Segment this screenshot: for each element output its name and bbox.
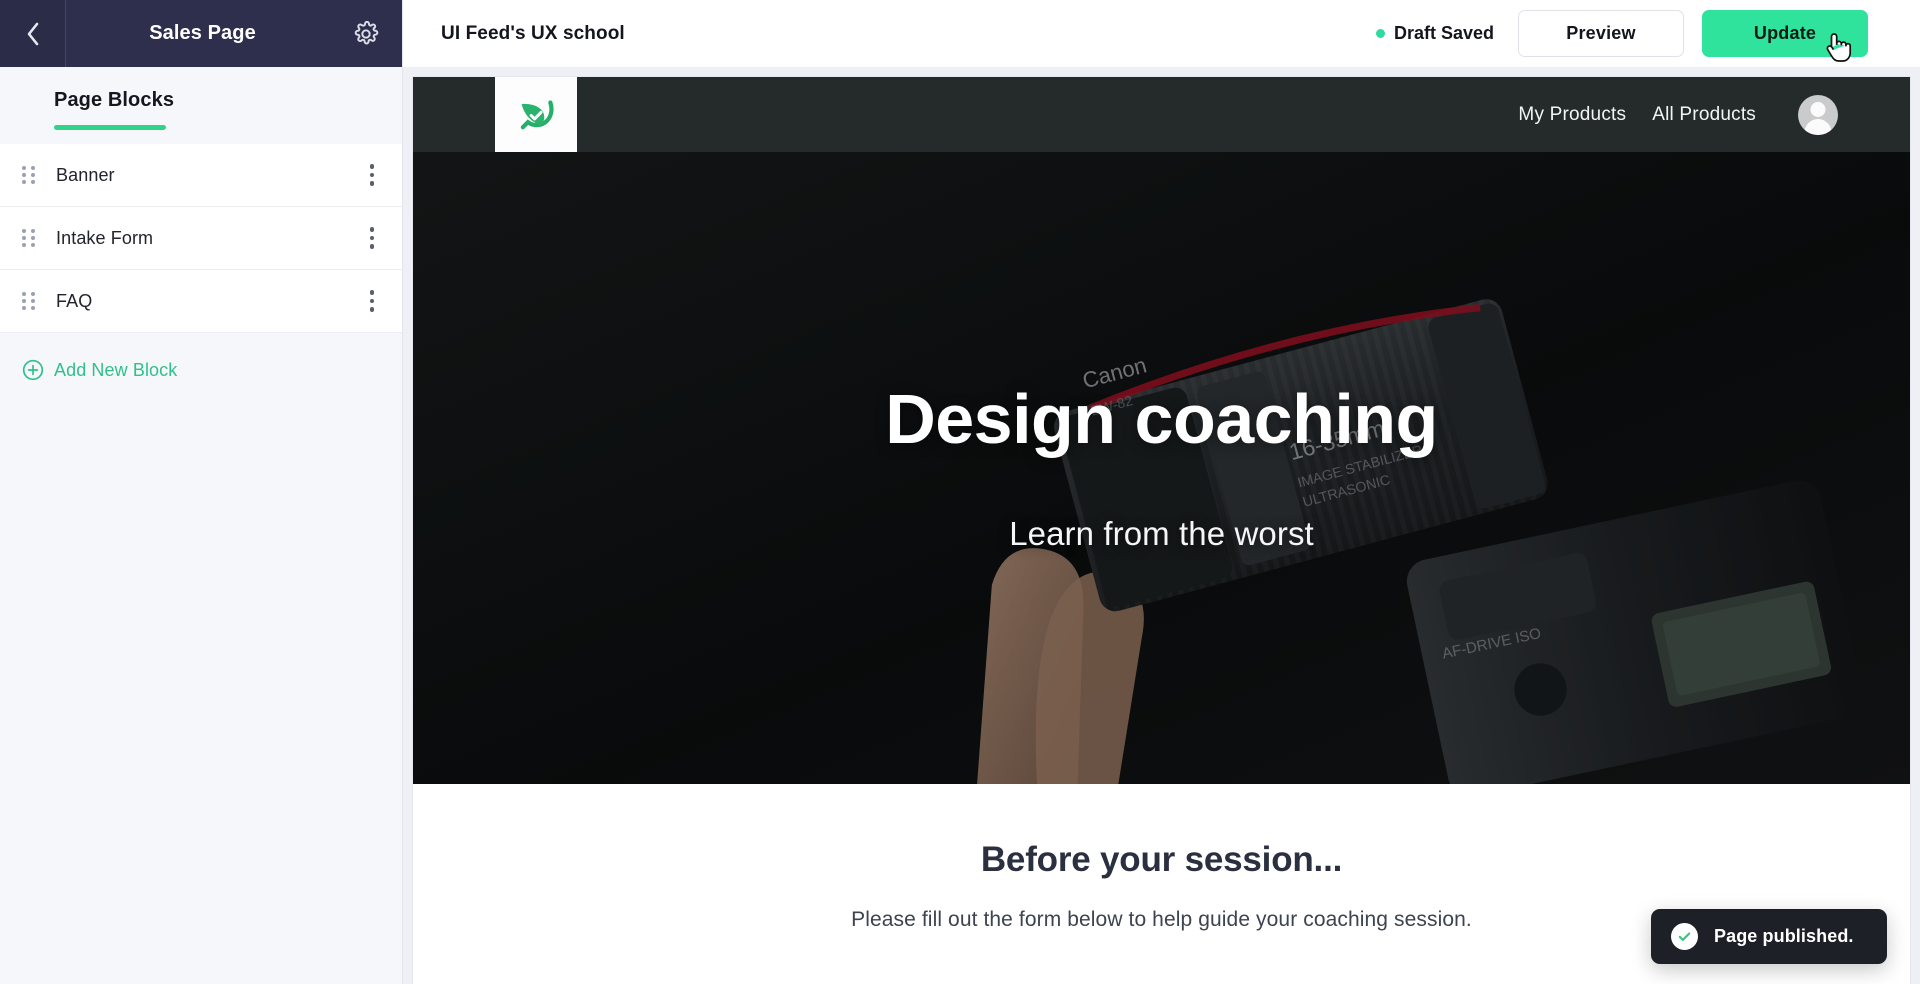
tab-page-blocks-label: Page Blocks [54,89,175,111]
sidebar-header: Sales Page [0,0,402,67]
preview-canvas: My Products All Products Canon EW-82 16-… [403,67,1920,984]
more-vertical-icon[interactable] [342,290,402,312]
left-sidebar: Sales Page Page Blocks Banner Intake For… [0,0,403,984]
nav-link-my-products[interactable]: My Products [1518,104,1626,126]
list-item-label: Banner [56,164,115,185]
top-toolbar: UI Feed's UX school Draft Saved Preview … [403,0,1920,67]
add-new-block-label: Add New Block [54,359,178,380]
drag-handle-icon[interactable] [0,166,56,184]
more-vertical-icon[interactable] [342,164,402,186]
status-badge: Draft Saved [1375,23,1494,44]
gear-icon [354,20,379,44]
status-dot-icon [1375,29,1385,38]
hero-banner: Canon EW-82 16-35mm IMAGE STABILIZER ULT… [413,152,1910,784]
site-preview: My Products All Products Canon EW-82 16-… [413,77,1910,984]
section-title: Before your session... [980,840,1343,879]
sidebar-title: Sales Page [149,22,256,44]
tab-page-blocks[interactable]: Page Blocks [54,67,174,130]
app-root: Sales Page Page Blocks Banner Intake For… [0,0,1920,984]
more-vertical-icon[interactable] [342,227,402,249]
drag-handle-icon[interactable] [0,292,56,310]
plus-circle-icon [16,359,50,381]
list-item[interactable]: Intake Form [0,207,402,270]
site-nav-links: My Products All Products [1518,94,1910,135]
list-item[interactable]: FAQ [0,270,402,333]
list-item[interactable]: Banner [0,144,402,207]
toolbar-actions: Draft Saved Preview Update [1375,10,1868,57]
drag-handle-icon[interactable] [0,229,56,247]
tab-active-underline [54,125,166,130]
site-navbar: My Products All Products [413,77,1910,154]
add-new-block-button[interactable]: Add New Block [0,333,402,407]
back-button[interactable] [0,0,65,67]
toast-notification: Page published. [1651,909,1887,964]
check-circle-icon [1671,923,1698,950]
list-item-label: Intake Form [56,227,154,248]
nav-link-all-products[interactable]: All Products [1652,104,1756,126]
preview-button[interactable]: Preview [1518,10,1684,57]
hero-title: Design coaching [885,380,1438,459]
settings-button[interactable] [330,0,402,67]
hero-subtitle: Learn from the worst [1009,514,1314,552]
leaf-check-logo[interactable] [495,77,577,154]
list-item-label: FAQ [56,290,93,311]
toast-message: Page published. [1714,926,1854,946]
status-badge-label: Draft Saved [1393,23,1494,43]
main-area: UI Feed's UX school Draft Saved Preview … [403,0,1920,984]
update-button[interactable]: Update [1702,10,1868,57]
hero-text-overlay: Design coaching Learn from the worst [413,152,1910,784]
sidebar-empty-space [0,407,402,984]
chevron-left-icon [27,22,38,45]
page-title: UI Feed's UX school [441,22,625,44]
sidebar-tabs: Page Blocks [0,67,402,144]
page-blocks-list: Banner Intake Form FAQ [0,144,402,333]
sidebar-header-divider [65,0,66,67]
user-avatar-icon[interactable] [1798,94,1838,135]
